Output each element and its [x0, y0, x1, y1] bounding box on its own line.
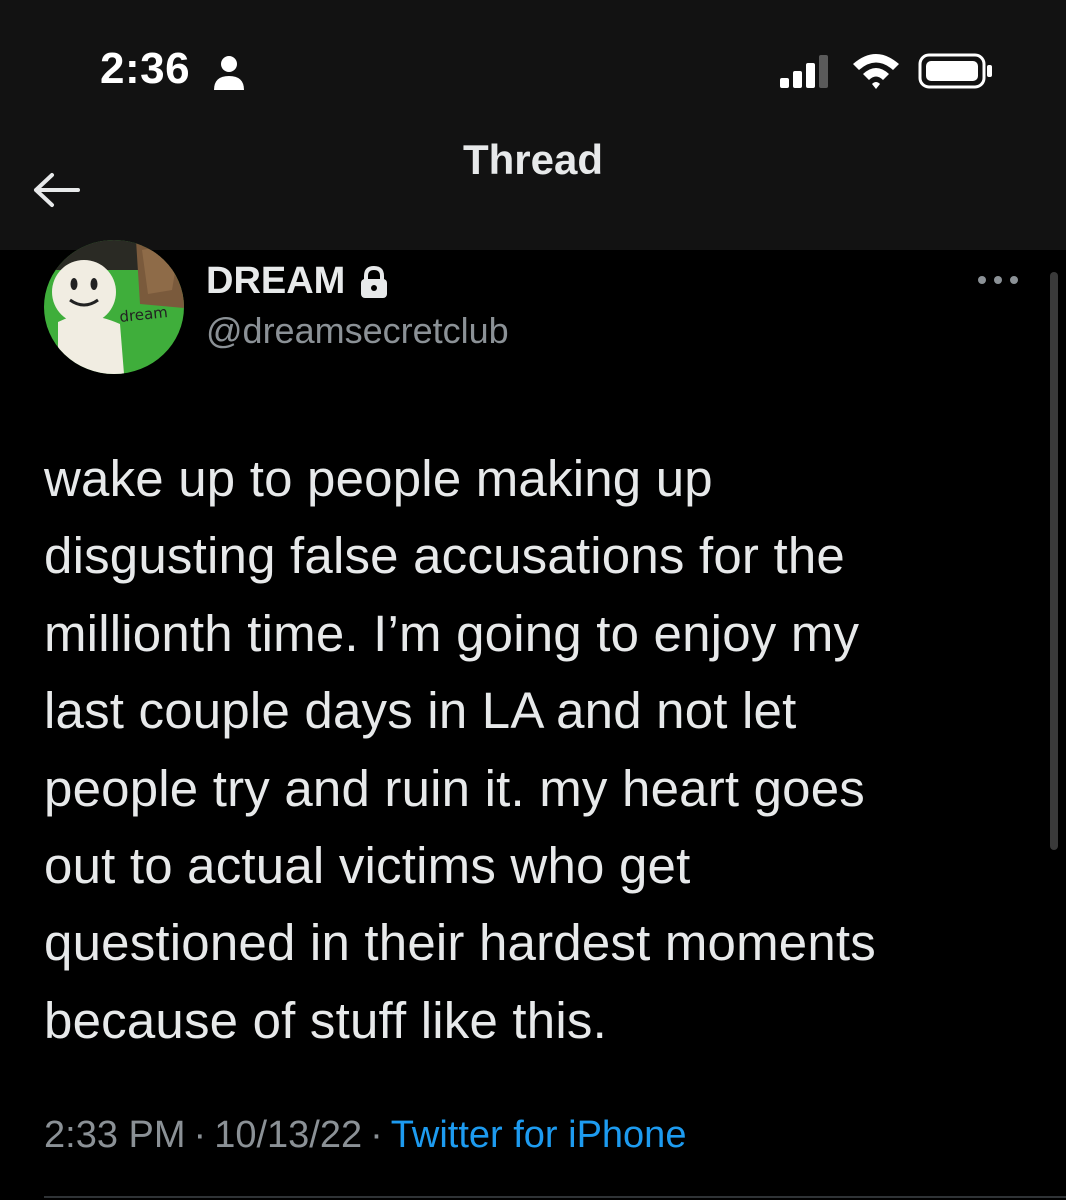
meta-separator: · — [193, 1114, 207, 1156]
handle[interactable]: @dreamsecretclub — [206, 310, 509, 352]
tweet-text: wake up to people making up disgusting f… — [44, 450, 876, 1049]
nav-bar: Thread — [0, 120, 1066, 250]
more-options-icon[interactable] — [974, 268, 1022, 292]
tweet-source-link[interactable]: Twitter for iPhone — [391, 1114, 687, 1156]
page-title: Thread — [462, 136, 604, 183]
tweet-time[interactable]: 2:33 PM — [44, 1114, 186, 1156]
person-icon — [214, 56, 244, 90]
lock-icon — [361, 265, 388, 298]
scrollbar[interactable] — [1050, 272, 1058, 850]
wifi-icon — [853, 54, 899, 89]
display-name[interactable]: DREAM — [206, 260, 391, 303]
divider — [44, 1196, 1066, 1198]
avatar[interactable]: dream — [44, 240, 184, 374]
signal-icon — [780, 55, 828, 88]
meta-separator: · — [370, 1114, 383, 1156]
tweet-meta: 2:33 PM · 10/13/22 · Twitter for iPhone — [44, 1114, 686, 1157]
status-time: 2:36 — [100, 44, 191, 93]
display-name-text: DREAM — [206, 260, 346, 302]
tweet-date[interactable]: 10/13/22 — [214, 1114, 362, 1156]
status-bar: 2:36 — [0, 0, 1066, 120]
battery-icon — [918, 53, 992, 89]
